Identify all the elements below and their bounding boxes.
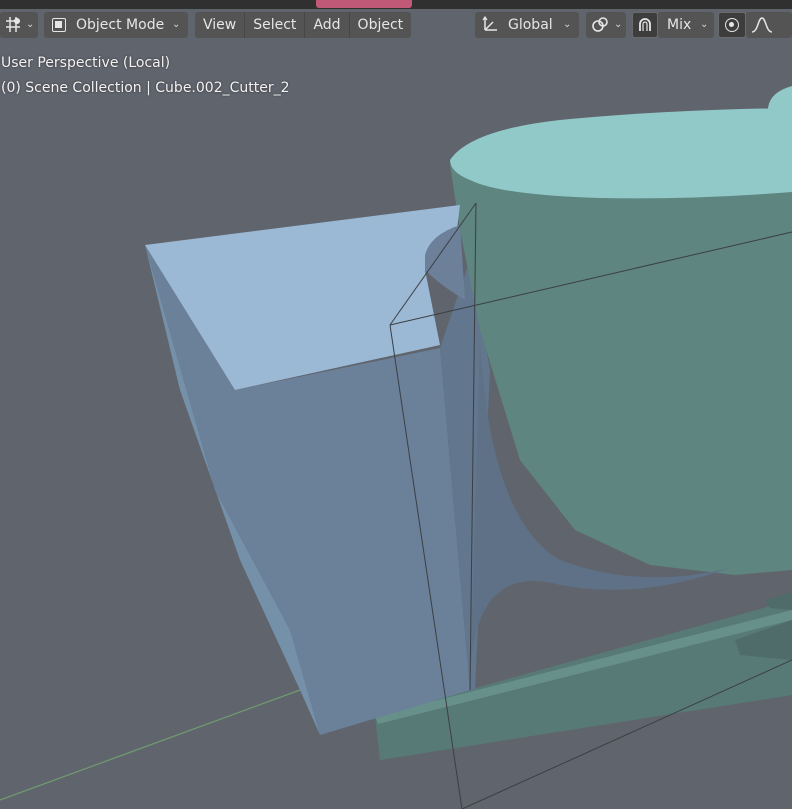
menu-object[interactable]: Object <box>350 12 412 38</box>
menu-view[interactable]: View <box>195 12 246 38</box>
dot-pivot-icon <box>725 18 739 32</box>
transform-pivot-icon <box>6 17 20 32</box>
viewport-header: ⌄ Object Mode ⌄ View Select Add Object G… <box>0 10 792 42</box>
falloff-curve-button[interactable] <box>746 12 792 38</box>
pivot-point-button[interactable] <box>718 12 746 38</box>
collection-info-label: (0) Scene Collection | Cube.002_Cutter_2 <box>1 80 290 96</box>
header-menus: View Select Add Object <box>195 12 412 38</box>
menu-select[interactable]: Select <box>245 12 306 38</box>
chevron-down-icon: ⌄ <box>700 19 709 30</box>
view-name-label: User Perspective (Local) <box>1 55 171 71</box>
transform-orientation-dropdown[interactable]: Global ⌄ <box>475 12 579 38</box>
snap-toggle[interactable]: ⌄ <box>586 12 626 38</box>
editor-type-button[interactable]: ⌄ <box>0 12 38 38</box>
mode-dropdown[interactable]: Object Mode ⌄ <box>44 12 188 38</box>
3d-viewport[interactable]: ⌄ Object Mode ⌄ View Select Add Object G… <box>0 0 792 809</box>
topbar-strip <box>0 0 792 9</box>
chevron-down-icon: ⌄ <box>172 19 181 30</box>
viewport-scene[interactable] <box>0 0 792 809</box>
magnet-icon <box>639 18 651 31</box>
grid-axis-line <box>0 689 301 801</box>
chevron-down-icon: ⌄ <box>614 19 623 30</box>
shading-label: Mix <box>667 17 692 33</box>
chevron-down-icon: ⌄ <box>563 19 572 30</box>
object-mode-icon <box>52 18 66 32</box>
falloff-dropdown[interactable]: Mix ⌄ <box>658 12 714 38</box>
active-workspace-tab[interactable] <box>316 0 412 8</box>
cup-top <box>450 108 792 199</box>
link-snap-icon <box>592 17 608 32</box>
orientation-label: Global <box>508 17 553 33</box>
mode-label: Object Mode <box>76 17 165 33</box>
transform-orientation-icon <box>482 16 497 31</box>
proportional-edit-toggle[interactable] <box>632 12 658 38</box>
falloff-curve-icon <box>751 17 773 33</box>
menu-add[interactable]: Add <box>305 12 350 38</box>
chevron-down-icon: ⌄ <box>26 19 35 30</box>
